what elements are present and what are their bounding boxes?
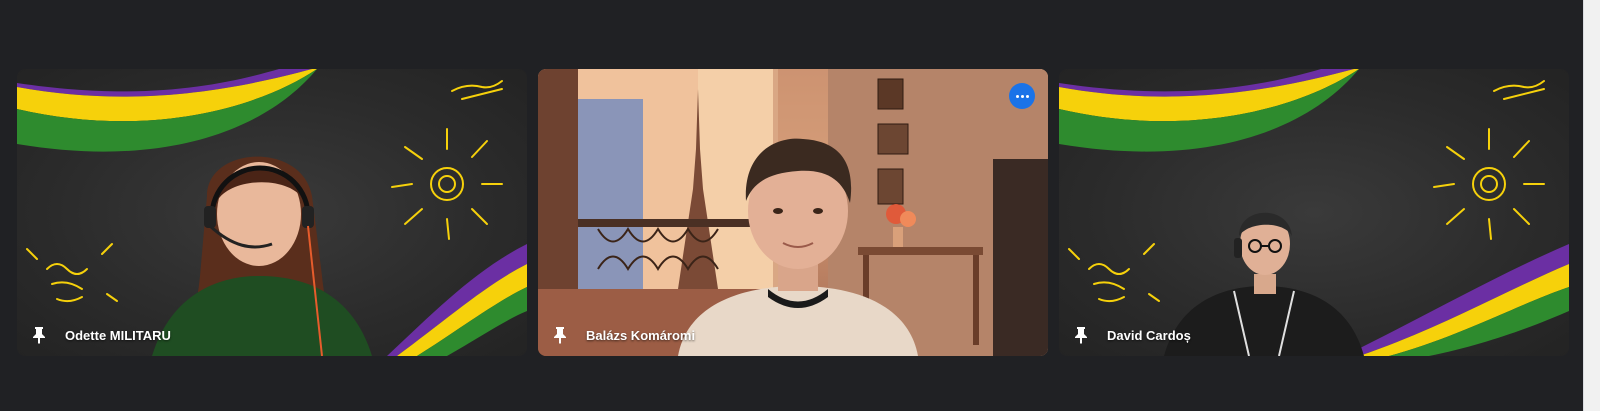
participant-name-bar: Balázs Komáromi (552, 326, 695, 344)
scrollbar-thumb[interactable] (1588, 0, 1596, 411)
meeting-stage: Odette MILITARU Balázs Komáromi David Ca… (0, 0, 1584, 411)
participant-video (152, 156, 372, 356)
pin-icon[interactable] (1073, 326, 1089, 344)
participant-name-bar: David Cardoș (1073, 326, 1191, 344)
more-horiz-icon (1015, 94, 1019, 98)
more-horiz-icon-dot (1020, 94, 1024, 98)
pin-icon[interactable] (31, 326, 47, 344)
participant-video (678, 138, 918, 356)
participant-name: David Cardoș (1107, 327, 1191, 343)
participant-tile[interactable]: David Cardoș (1059, 69, 1569, 356)
pin-icon[interactable] (552, 326, 568, 344)
participant-tile[interactable]: Odette MILITARU (17, 69, 527, 356)
participant-name: Odette MILITARU (65, 327, 171, 343)
more-horiz-icon-dot (1025, 94, 1029, 98)
participant-tile[interactable]: Balázs Komáromi (538, 69, 1048, 356)
participant-name-bar: Odette MILITARU (31, 326, 171, 344)
vertical-scrollbar[interactable] (1583, 0, 1600, 411)
more-options-button[interactable] (1009, 83, 1035, 109)
participant-name: Balázs Komáromi (586, 327, 696, 343)
